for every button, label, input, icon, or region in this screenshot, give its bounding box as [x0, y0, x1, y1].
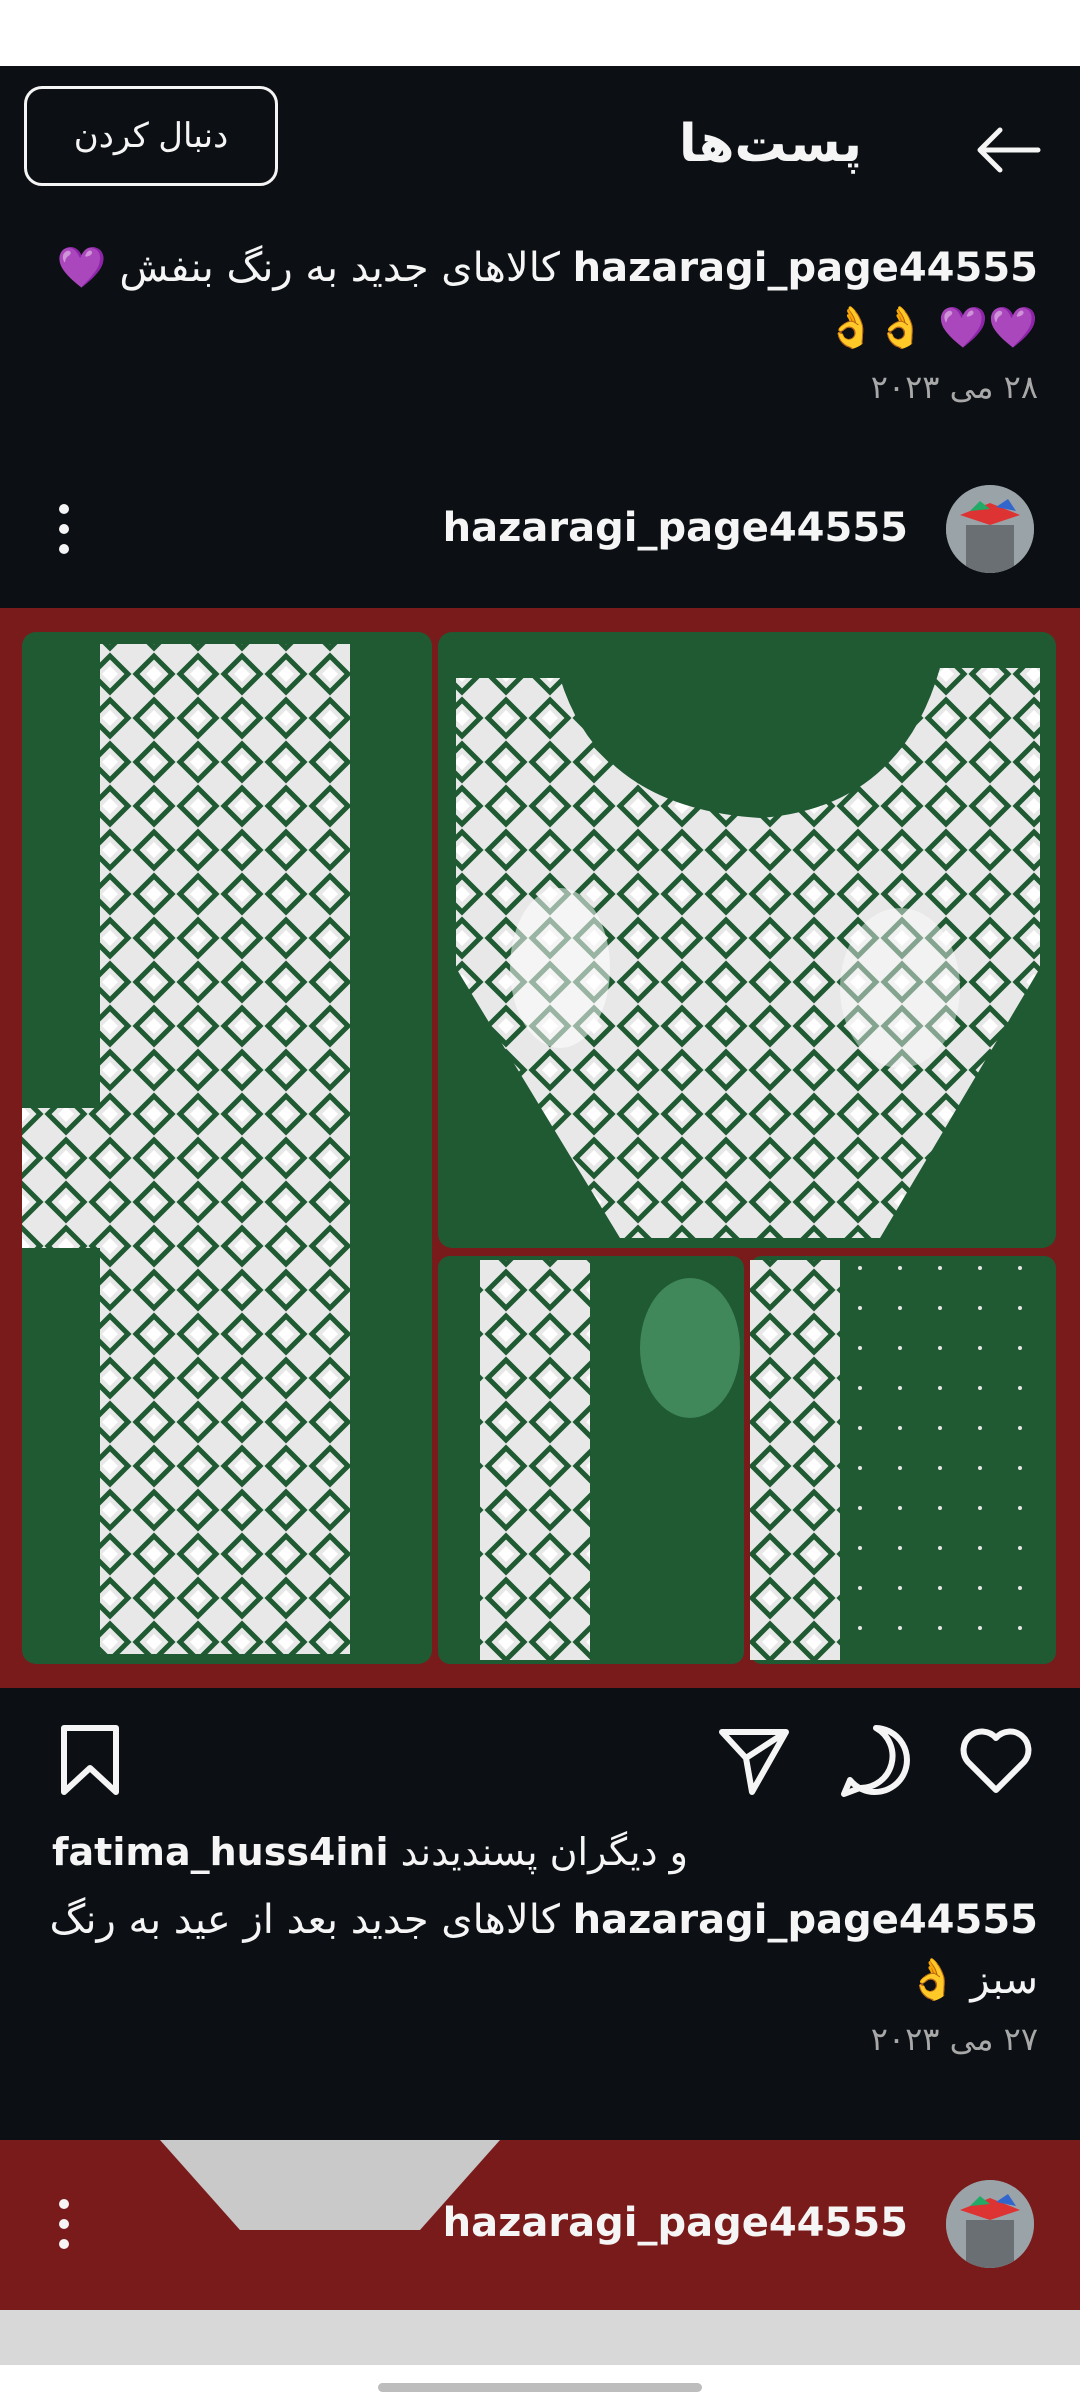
status-bar: [0, 0, 1080, 66]
top-nav-bar: دنبال کردن پست‌ها: [0, 66, 1080, 186]
comment-bubble-icon[interactable]: [836, 1720, 916, 1800]
liked-by-text: و دیگران پسندیدند: [400, 1830, 688, 1874]
follow-button[interactable]: دنبال کردن: [24, 86, 278, 186]
bookmark-icon[interactable]: [50, 1720, 130, 1800]
post-caption: hazaragi_page44555 کالاهای جدید بعد از ع…: [38, 1890, 1038, 2010]
post-actions: [0, 1710, 1080, 1810]
caption-username[interactable]: hazaragi_page44555: [573, 245, 1038, 291]
post-username[interactable]: hazaragi_page44555: [443, 505, 908, 551]
page-title: پست‌ها: [678, 114, 862, 174]
gesture-bar: [0, 2365, 1080, 2408]
vertical-dots-icon[interactable]: [52, 2194, 76, 2254]
caption-text: کالاهای جدید به رنگ بنفش: [119, 245, 560, 291]
heart-icon[interactable]: [956, 1720, 1036, 1800]
next-post-username[interactable]: hazaragi_page44555: [443, 2200, 908, 2246]
post-header: hazaragi_page44555: [0, 475, 1080, 585]
embroidery-collage: [0, 608, 1080, 1688]
arrow-left-icon[interactable]: [972, 124, 1044, 176]
previous-post-date: ۲۸ می ۲۰۲۳: [870, 368, 1038, 406]
next-post-image[interactable]: hazaragi_page44555: [0, 2140, 1080, 2365]
post-image[interactable]: [0, 608, 1080, 1688]
vertical-dots-icon[interactable]: [52, 499, 76, 559]
avatar[interactable]: [946, 2180, 1034, 2268]
liked-by-user[interactable]: fatima_huss4ini: [52, 1830, 389, 1874]
paper-plane-icon[interactable]: [714, 1720, 794, 1800]
post-date: ۲۷ می ۲۰۲۳: [870, 2020, 1038, 2058]
caption-emoji: 👌: [907, 1957, 958, 2003]
liked-by[interactable]: و دیگران پسندیدند fatima_huss4ini: [52, 1830, 688, 1874]
next-post-header: hazaragi_page44555: [0, 2170, 1080, 2280]
avatar[interactable]: [946, 485, 1034, 573]
home-handle[interactable]: [378, 2383, 702, 2392]
previous-post-caption: hazaragi_page44555 کالاهای جدید به رنگ ب…: [38, 238, 1038, 358]
caption-username[interactable]: hazaragi_page44555: [573, 1897, 1038, 1943]
